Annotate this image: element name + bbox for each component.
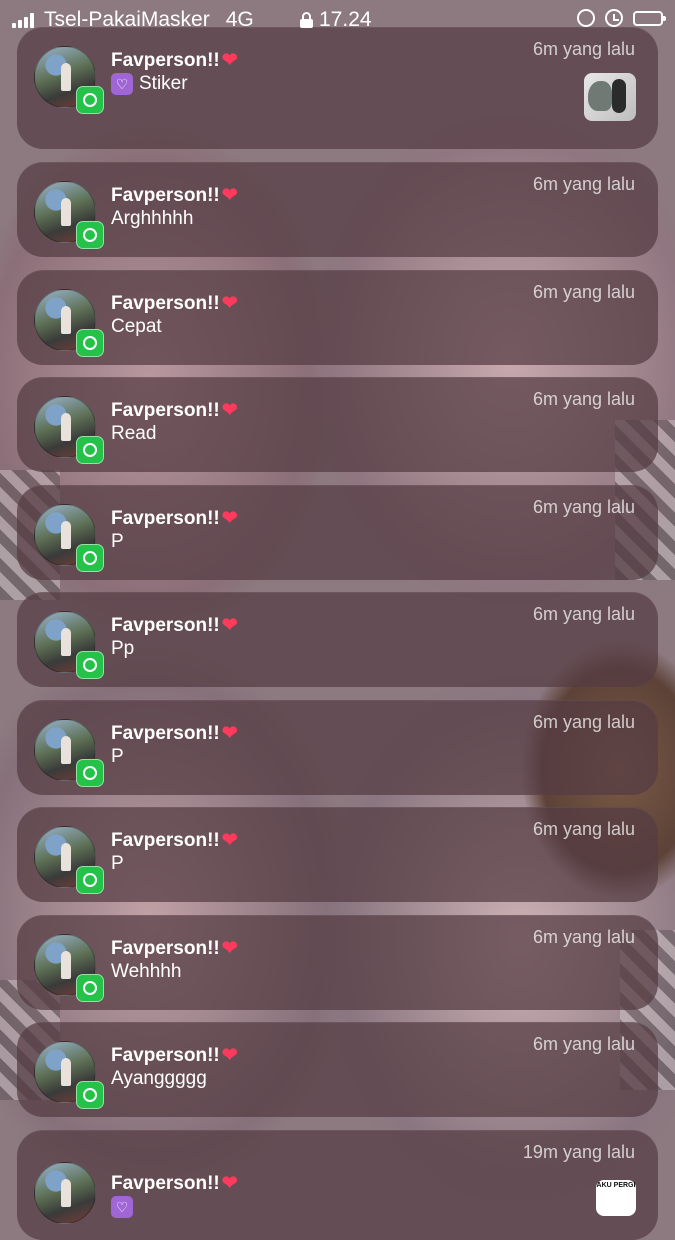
whatsapp-icon: [76, 1081, 104, 1109]
network-type: 4G: [225, 8, 254, 31]
carrier-name: Tsel-PakaiMasker: [44, 8, 210, 31]
whatsapp-icon: [76, 544, 104, 572]
notification-time: 6m yang lalu: [532, 282, 635, 302]
notification-time: 6m yang lalu: [532, 712, 635, 732]
notification-message: Pp: [111, 638, 135, 659]
notification-card[interactable]: Favperson!! ❤ P 6m yang lalu: [17, 807, 658, 902]
notification-card[interactable]: Favperson!! ❤ ♡ 19m yang lalu AKU PERGI: [17, 1130, 658, 1240]
notification-card[interactable]: Favperson!! ❤ P 6m yang lalu: [17, 700, 658, 795]
status-bar: Tsel-PakaiMasker 4G 17.24: [0, 0, 675, 40]
sticker-thumbnail: AKU PERGI: [596, 1180, 636, 1216]
whatsapp-icon: [76, 974, 104, 1002]
notification-message: ♡ Stiker: [111, 73, 188, 95]
notification-time: 6m yang lalu: [532, 819, 635, 839]
whatsapp-icon: [76, 866, 104, 894]
notification-title: Favperson!! ❤: [111, 49, 238, 72]
orientation-lock-icon: [577, 9, 595, 27]
whatsapp-icon: [76, 759, 104, 787]
heart-emoji-icon: ❤: [221, 185, 238, 206]
heart-emoji-icon: ❤: [221, 400, 238, 421]
notification-title: Favperson!! ❤: [111, 399, 238, 422]
signal-strength-icon: [12, 12, 34, 28]
heart-emoji-icon: ❤: [221, 293, 238, 314]
whatsapp-icon: [76, 86, 104, 114]
notification-message: P: [111, 746, 124, 767]
notification-message: Cepat: [111, 316, 162, 337]
notification-title: Favperson!! ❤: [111, 1172, 238, 1195]
heart-emoji-icon: ❤: [221, 938, 238, 959]
purple-heart-icon: ♡: [111, 1196, 133, 1218]
notification-card[interactable]: Favperson!! ❤ Wehhhh 6m yang lalu: [17, 915, 658, 1010]
notification-time: 19m yang lalu: [522, 1142, 635, 1162]
whatsapp-icon: [76, 436, 104, 464]
notification-time: 6m yang lalu: [532, 497, 635, 517]
notification-message: Read: [111, 423, 157, 444]
notification-title: Favperson!! ❤: [111, 292, 238, 315]
avatar: [34, 1162, 96, 1224]
notification-card[interactable]: Favperson!! ❤ P 6m yang lalu: [17, 485, 658, 580]
whatsapp-icon: [76, 329, 104, 357]
notification-message: ♡: [111, 1196, 133, 1218]
heart-emoji-icon: ❤: [221, 508, 238, 529]
alarm-icon: [605, 9, 623, 27]
notification-title: Favperson!! ❤: [111, 937, 238, 960]
notification-time: 6m yang lalu: [532, 39, 635, 59]
notification-card[interactable]: Favperson!! ❤ Pp 6m yang lalu: [17, 592, 658, 687]
whatsapp-icon: [76, 651, 104, 679]
heart-emoji-icon: ❤: [221, 723, 238, 744]
heart-emoji-icon: ❤: [221, 50, 238, 71]
notification-time: 6m yang lalu: [532, 174, 635, 194]
notification-card[interactable]: Favperson!! ❤ Arghhhhh 6m yang lalu: [17, 162, 658, 257]
notification-time: 6m yang lalu: [532, 604, 635, 624]
heart-emoji-icon: ❤: [221, 1173, 238, 1194]
notification-message: P: [111, 531, 124, 552]
battery-charging-icon: [633, 10, 666, 26]
notification-time: 6m yang lalu: [532, 1034, 635, 1054]
notification-title: Favperson!! ❤: [111, 1044, 238, 1067]
lock-icon: [300, 12, 313, 28]
notification-title: Favperson!! ❤: [111, 614, 238, 637]
whatsapp-icon: [76, 221, 104, 249]
notification-card[interactable]: Favperson!! ❤ ♡ Stiker 6m yang lalu: [17, 27, 658, 149]
heart-emoji-icon: ❤: [221, 1045, 238, 1066]
notification-card[interactable]: Favperson!! ❤ Cepat 6m yang lalu: [17, 270, 658, 365]
clock: 17.24: [319, 8, 372, 31]
notification-card[interactable]: Favperson!! ❤ Ayanggggg 6m yang lalu: [17, 1022, 658, 1117]
heart-emoji-icon: ❤: [221, 615, 238, 636]
purple-heart-icon: ♡: [111, 73, 133, 95]
notification-time: 6m yang lalu: [532, 927, 635, 947]
notification-message: Arghhhhh: [111, 208, 194, 229]
notification-message: P: [111, 853, 124, 874]
notification-message: Ayanggggg: [111, 1068, 207, 1089]
notification-time: 6m yang lalu: [532, 389, 635, 409]
notification-title: Favperson!! ❤: [111, 507, 238, 530]
notification-card[interactable]: Favperson!! ❤ Read 6m yang lalu: [17, 377, 658, 472]
notification-title: Favperson!! ❤: [111, 829, 238, 852]
sticker-thumbnail: [584, 73, 636, 121]
notification-message: Wehhhh: [111, 961, 182, 982]
notification-title: Favperson!! ❤: [111, 722, 238, 745]
notification-title: Favperson!! ❤: [111, 184, 238, 207]
heart-emoji-icon: ❤: [221, 830, 238, 851]
